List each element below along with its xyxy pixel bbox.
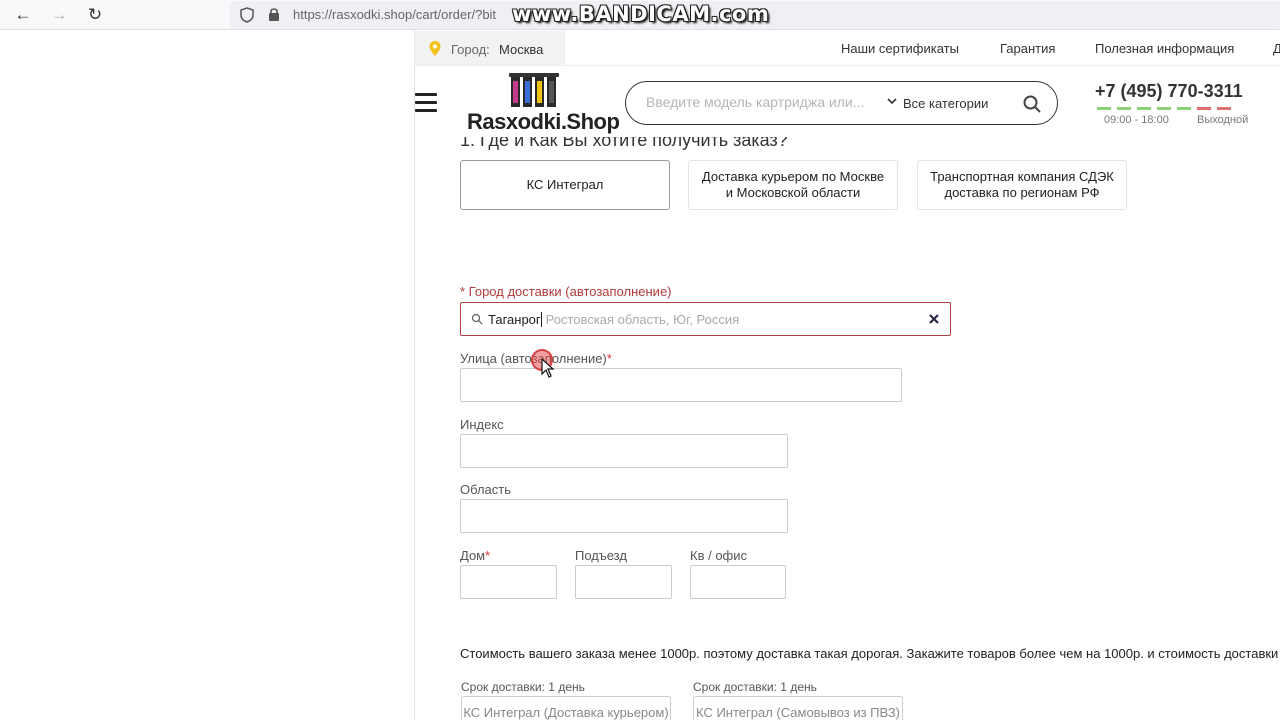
street-input[interactable]	[460, 368, 902, 402]
weekend-label: Выходной	[1197, 114, 1249, 126]
delivery-variant-courier[interactable]: КС Интеграл (Доставка курьером)	[461, 696, 671, 720]
location-pin-icon	[429, 41, 441, 56]
apartment-input[interactable]	[690, 565, 786, 599]
back-arrow-icon[interactable]: ←	[12, 4, 34, 26]
region-field-label: Область	[460, 482, 512, 497]
top-info-strip: Город: Москва Наши сертификаты Гарантия …	[415, 31, 1280, 66]
delivery-variant-pickup[interactable]: КС Интеграл (Самовывоз из ПВЗ)	[693, 696, 903, 720]
delivery-option-courier[interactable]: Доставка курьером по Москве и Московской…	[688, 160, 898, 210]
entrance-input[interactable]	[575, 565, 672, 599]
mouse-cursor-icon	[541, 358, 555, 378]
lock-icon[interactable]	[268, 7, 280, 22]
link-warranty[interactable]: Гарантия	[1000, 41, 1055, 56]
city-field[interactable]: Таганрог Ростовская область, Юг, Россия	[460, 302, 951, 336]
browser-toolbar: ← → ↻ https://rasxodki.shop/cart/order/?…	[0, 0, 1280, 30]
delivery-term-2: Срок доставки: 1 день	[693, 680, 817, 694]
delivery-option-pickup[interactable]: КС Интеграл	[460, 160, 670, 210]
delivery-option-cdek[interactable]: Транспортная компания СДЭК доставка по р…	[917, 160, 1127, 210]
link-truncated[interactable]: Д	[1273, 41, 1280, 56]
link-certificates[interactable]: Наши сертификаты	[841, 41, 959, 56]
city-name[interactable]: Москва	[499, 42, 543, 57]
delivery-term-1: Срок доставки: 1 день	[461, 680, 585, 694]
entrance-field-label: Подъезд	[575, 548, 627, 563]
city-input-value[interactable]: Таганрог Ростовская область, Юг, Россия	[488, 312, 739, 327]
hamburger-menu-icon[interactable]	[415, 93, 437, 112]
section-title: 1. Где и Как Вы хотите получить заказ?	[460, 137, 788, 150]
cartridge-logo-icon	[509, 73, 559, 107]
bandicam-watermark: www.BANDICAM.com	[512, 2, 770, 26]
index-input[interactable]	[460, 434, 788, 468]
city-label: Город:	[451, 42, 490, 57]
search-bar: Все категории	[625, 81, 1058, 125]
page-content: Город: Москва Наши сертификаты Гарантия …	[415, 31, 1280, 720]
search-icon[interactable]	[1022, 94, 1042, 114]
site-logo[interactable]: Rasxodki.Shop	[467, 73, 620, 134]
working-hours: 09:00 - 18:00	[1104, 114, 1169, 126]
region-input[interactable]	[460, 499, 788, 533]
search-icon	[471, 313, 483, 325]
search-input[interactable]	[646, 94, 878, 110]
delivery-cost-notice: Стоимость вашего заказа менее 1000р. поэ…	[460, 646, 1280, 661]
apartment-field-label: Кв / офис	[690, 548, 748, 563]
reload-icon[interactable]: ↻	[84, 4, 106, 26]
category-select[interactable]: Все категории	[903, 96, 988, 111]
chevron-down-icon[interactable]	[886, 95, 898, 107]
house-input[interactable]	[460, 565, 557, 599]
index-field-label: Индекс	[460, 417, 504, 432]
close-icon[interactable]	[928, 313, 940, 325]
site-header: Rasxodki.Shop Все категории +7 (495) 770…	[415, 67, 1280, 137]
shield-icon[interactable]	[240, 7, 254, 23]
working-days-bars	[1097, 107, 1247, 111]
phone-number[interactable]: +7 (495) 770-3311	[1095, 81, 1243, 102]
city-field-label: * Город доставки (автозаполнение)	[460, 284, 672, 299]
left-blank-area	[0, 31, 414, 720]
city-selector[interactable]: Город: Москва	[415, 31, 565, 66]
link-useful-info[interactable]: Полезная информация	[1095, 41, 1234, 56]
city-autocomplete-hint: Ростовская область, Юг, Россия	[545, 312, 740, 327]
house-field-label: Дом*	[460, 548, 491, 563]
url-text[interactable]: https://rasxodki.shop/cart/order/?bit	[293, 7, 496, 22]
forward-arrow-icon[interactable]: →	[48, 4, 70, 26]
logo-text: Rasxodki.Shop	[467, 109, 620, 134]
